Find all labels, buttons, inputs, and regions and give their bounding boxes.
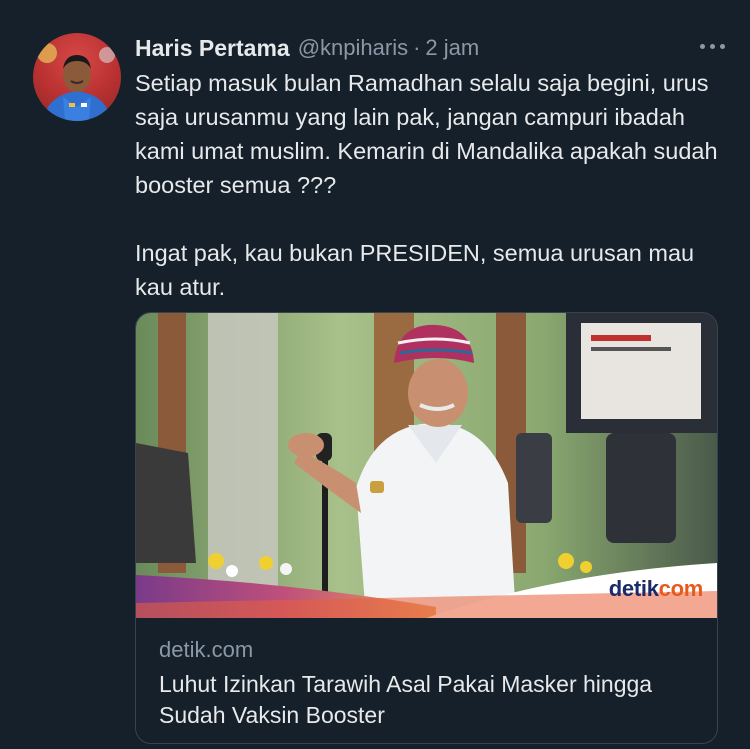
card-image: detikcom bbox=[136, 313, 717, 618]
author-avatar[interactable] bbox=[33, 33, 121, 121]
tweet-header: Haris Pertama @knpiharis · 2 jam bbox=[135, 32, 730, 64]
brand-part2: com bbox=[658, 576, 704, 601]
more-dot bbox=[719, 43, 725, 49]
more-dot bbox=[699, 43, 705, 49]
link-preview-card[interactable]: detikcom detik.com Luhut Izinkan Tarawih… bbox=[135, 312, 718, 744]
avatar-image bbox=[37, 43, 115, 121]
tweet-paragraph: Ingat pak, kau bukan PRESIDEN, semua uru… bbox=[135, 240, 695, 300]
header-separator: · bbox=[413, 35, 421, 60]
more-dot bbox=[709, 43, 715, 49]
card-title[interactable]: Luhut Izinkan Tarawih Asal Pakai Masker … bbox=[159, 669, 697, 731]
tweet-text: Setiap masuk bulan Ramadhan selalu saja … bbox=[135, 66, 735, 304]
news-photo bbox=[136, 313, 717, 618]
more-options-icon[interactable] bbox=[692, 28, 732, 64]
tweet-timestamp[interactable]: 2 jam bbox=[425, 35, 479, 61]
card-domain: detik.com bbox=[159, 637, 254, 662]
brand-part1: detik bbox=[608, 576, 659, 601]
card-meta: detik.com Luhut Izinkan Tarawih Asal Pak… bbox=[159, 635, 697, 731]
tweet-paragraph: Setiap masuk bulan Ramadhan selalu saja … bbox=[135, 70, 718, 198]
author-name[interactable]: Haris Pertama bbox=[135, 35, 290, 62]
detikcom-logo: detikcom bbox=[608, 576, 704, 602]
author-handle[interactable]: @knpiharis bbox=[298, 35, 408, 61]
